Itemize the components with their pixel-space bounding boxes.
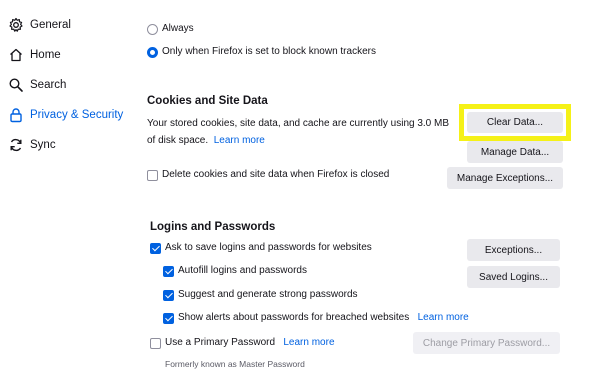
formerly-known-note: Formerly known as Master Password [165,359,305,369]
cookies-usage-text-line2: of disk space. Learn more [147,135,265,146]
logins-heading: Logins and Passwords [150,221,276,233]
delete-on-close-label: Delete cookies and site data when Firefo… [162,169,390,180]
sidebar-item-general[interactable]: General [8,13,71,37]
radio-always-label: Always [162,23,194,34]
change-primary-password-button[interactable]: Change Primary Password... [413,332,560,354]
cookies-learn-more-link[interactable]: Learn more [214,135,265,146]
manage-data-button[interactable]: Manage Data... [467,141,563,163]
delete-on-close-checkbox[interactable] [147,170,158,181]
autofill-label: Autofill logins and passwords [178,265,307,276]
lock-icon [8,107,24,123]
gear-icon [8,17,24,33]
manage-exceptions-button[interactable]: Manage Exceptions... [447,167,563,189]
breach-alerts-row: Show alerts about passwords for breached… [178,312,469,323]
sidebar-item-label: Privacy & Security [30,109,124,121]
primary-password-label: Use a Primary Password [165,337,276,348]
radio-always[interactable] [147,24,158,35]
sidebar-item-search[interactable]: Search [8,73,66,97]
cookies-heading: Cookies and Site Data [147,95,268,107]
sidebar-item-label: General [30,19,71,31]
sidebar-item-home[interactable]: Home [8,43,61,67]
ask-to-save-checkbox[interactable] [150,243,161,254]
suggest-passwords-checkbox[interactable] [163,290,174,301]
primary-password-checkbox[interactable] [150,338,161,349]
sidebar-item-label: Home [30,49,61,61]
breach-alerts-learn-more-link[interactable]: Learn more [418,312,469,323]
search-icon [8,77,24,93]
ask-to-save-label: Ask to save logins and passwords for web… [165,242,372,253]
logins-exceptions-button[interactable]: Exceptions... [467,239,560,261]
suggest-passwords-label: Suggest and generate strong passwords [178,289,358,300]
breach-alerts-checkbox[interactable] [163,313,174,324]
breach-alerts-label: Show alerts about passwords for breached… [178,312,410,323]
sidebar-item-label: Sync [30,139,56,151]
home-icon [8,47,24,63]
radio-when-blocking[interactable] [147,47,158,58]
cookies-usage-text: Your stored cookies, site data, and cach… [147,118,450,129]
autofill-checkbox[interactable] [163,266,174,277]
primary-password-row: Use a Primary Password Learn more [165,337,335,348]
sidebar-item-sync[interactable]: Sync [8,133,56,157]
sidebar-item-label: Search [30,79,67,91]
clear-data-button[interactable]: Clear Data... [467,112,563,133]
radio-when-blocking-label: Only when Firefox is set to block known … [162,46,376,57]
sidebar-item-privacy-security[interactable]: Privacy & Security [8,103,123,127]
cookies-usage-text-end: of disk space. [147,135,209,146]
primary-password-learn-more-link[interactable]: Learn more [283,337,334,348]
sync-icon [8,137,24,153]
saved-logins-button[interactable]: Saved Logins... [467,266,560,288]
